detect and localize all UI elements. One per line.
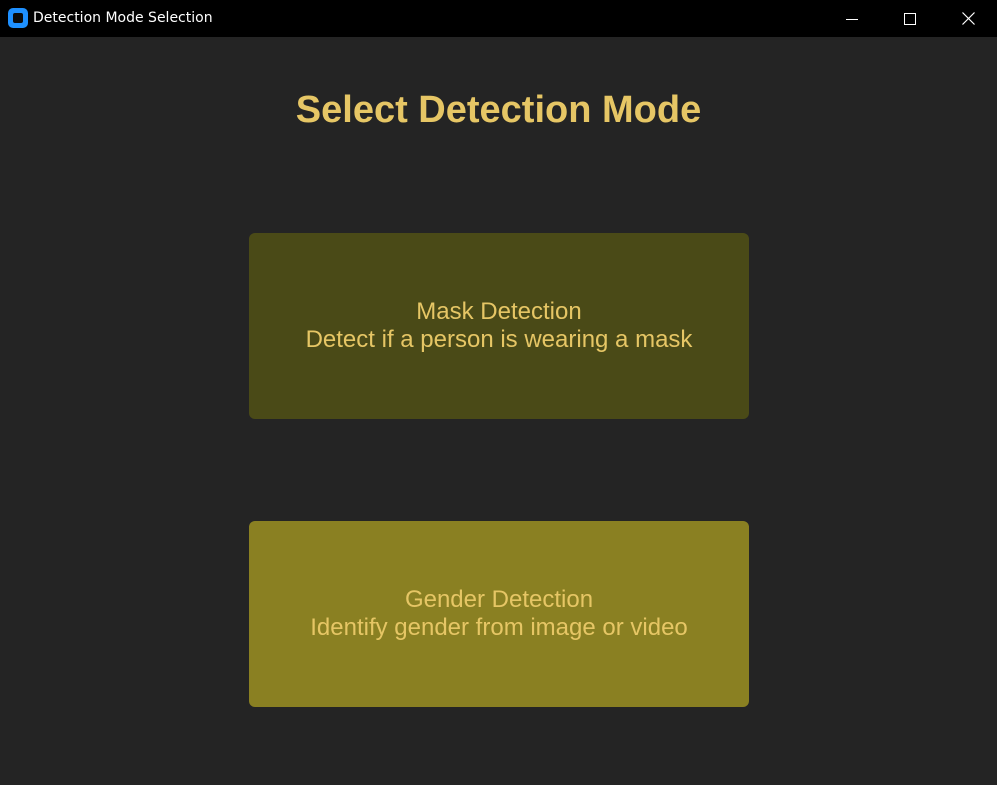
title-bar[interactable]: Detection Mode Selection (0, 0, 997, 37)
mask-detection-button[interactable]: Mask Detection Detect if a person is wea… (249, 233, 749, 419)
gender-detection-description: Identify gender from image or video (310, 614, 688, 641)
app-icon (8, 8, 28, 28)
page-title: Select Detection Mode (295, 89, 702, 131)
minimize-icon (846, 13, 858, 25)
minimize-button[interactable] (823, 0, 881, 37)
maximize-icon (904, 12, 916, 25)
mask-detection-title: Mask Detection (416, 298, 582, 325)
gender-detection-title: Gender Detection (404, 586, 594, 613)
mask-detection-description: Detect if a person is wearing a mask (305, 326, 693, 353)
close-icon (961, 12, 975, 25)
close-button[interactable] (939, 0, 997, 37)
window-title: Detection Mode Selection (33, 10, 213, 26)
maximize-button[interactable] (881, 0, 939, 37)
gender-detection-button[interactable]: Gender Detection Identify gender from im… (249, 521, 749, 707)
app-window: Detection Mode Selection Select Detectio… (0, 0, 997, 785)
